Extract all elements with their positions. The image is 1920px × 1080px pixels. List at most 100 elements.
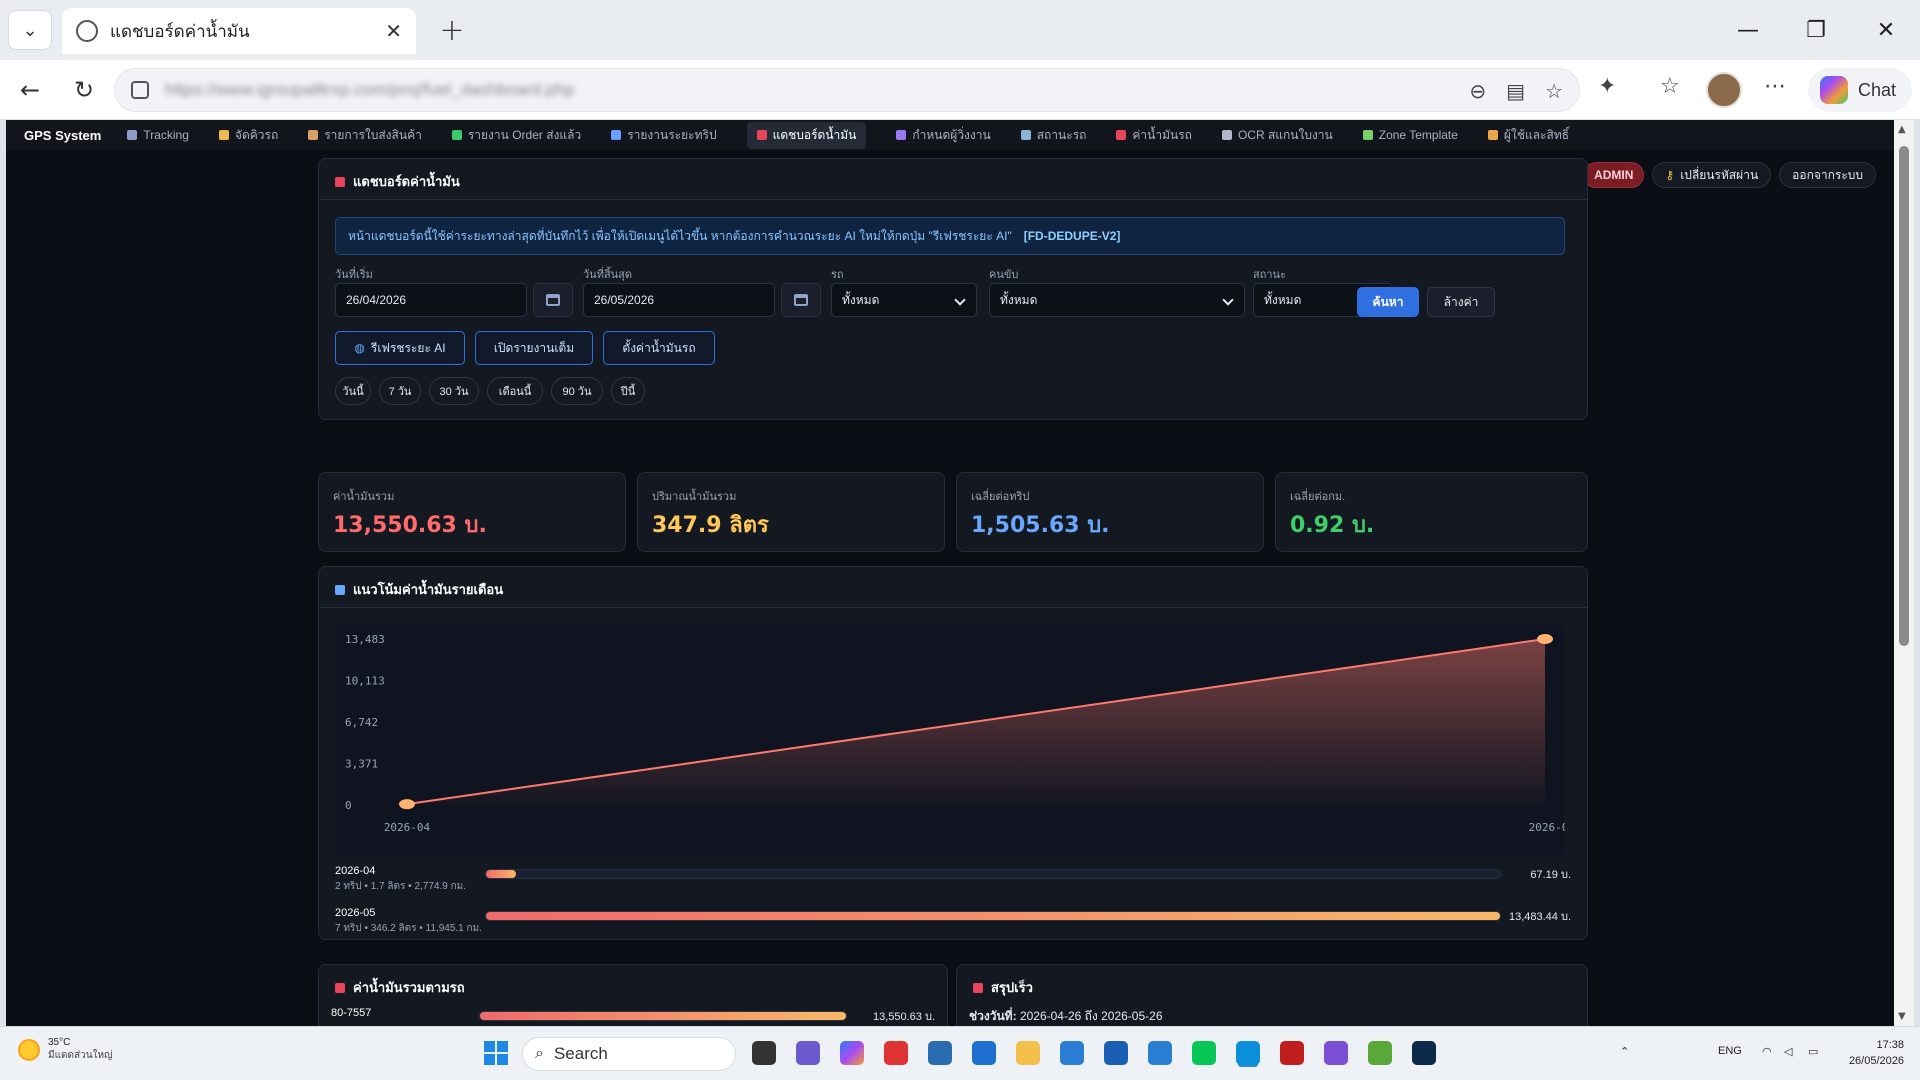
nav-item-ocr[interactable]: OCR สแกนใบงาน — [1221, 126, 1333, 145]
y-tick-label: 6,742 — [345, 716, 378, 729]
browser-tab-title: แดชบอร์ดค่าน้ำมัน — [110, 21, 250, 41]
stat-card-total-liters: ปริมาณน้ำมันรวม 347.9 ลิตร — [637, 472, 945, 552]
copilot-chat-button[interactable]: Chat — [1808, 68, 1912, 112]
nav-item-queue[interactable]: จัดคิวรถ — [218, 126, 279, 145]
driver-select[interactable]: ทั้งหมด — [989, 283, 1245, 317]
notes-app-icon[interactable] — [1104, 1041, 1128, 1065]
outlook-icon[interactable] — [972, 1041, 996, 1065]
browser-tab-active[interactable]: แดชบอร์ดค่าน้ำมัน ✕ — [62, 8, 416, 54]
bus-icon — [1020, 130, 1031, 140]
system-clock[interactable]: 17:38 26/05/2026 — [1849, 1037, 1904, 1069]
battery-icon[interactable]: ▭ — [1808, 1045, 1818, 1058]
end-date-input[interactable]: 26/05/2026 — [583, 283, 775, 317]
summary-panel: สรุปเร็ว ช่วงวันที่: 2026-04-26 ถึง 2026… — [956, 964, 1588, 1026]
wifi-icon[interactable]: ◠ — [1762, 1045, 1772, 1058]
taskbar-search[interactable]: ⌕ Search — [522, 1037, 736, 1071]
divider — [319, 607, 1587, 608]
start-calendar-button[interactable] — [533, 283, 573, 317]
search-button[interactable]: ค้นหา — [1357, 287, 1419, 317]
filezilla-icon[interactable] — [1280, 1041, 1304, 1065]
range-this-month[interactable]: เดือนนี้ — [487, 377, 543, 405]
close-tab-icon[interactable]: ✕ — [385, 19, 402, 43]
minimize-button[interactable]: — — [1718, 10, 1778, 50]
tray-chevron-icon[interactable]: ⌃ — [1620, 1045, 1629, 1058]
vehicle-select[interactable]: ทั้งหมด — [831, 283, 977, 317]
status-label: สถานะ — [1253, 269, 1286, 281]
reload-button[interactable]: ↻ — [66, 72, 102, 108]
month-bar-fill — [486, 870, 517, 878]
app-icon[interactable] — [1368, 1041, 1392, 1065]
scrollbar-thumb[interactable] — [1899, 146, 1909, 646]
panel-title-text: แนวโน้มค่าน้ำมันรายเดือน — [353, 582, 504, 597]
vehicle-select-value: ทั้งหมด — [842, 292, 880, 307]
gift-app-icon[interactable] — [884, 1041, 908, 1065]
nav-item-delivery-list[interactable]: รายการใบส่งสินค้า — [308, 126, 422, 145]
close-window-button[interactable]: ✕ — [1856, 10, 1916, 50]
teams-icon[interactable] — [796, 1041, 820, 1065]
open-full-report-button[interactable]: เปิดรายงานเต็ม — [475, 331, 593, 365]
nav-item-assign-driver[interactable]: กำหนดผู้วิ่งงาน — [896, 126, 991, 145]
address-bar[interactable]: https://www.igroupalltrxp.com/proj/fuel_… — [114, 68, 1580, 112]
remote-app-2-icon[interactable] — [1148, 1041, 1172, 1065]
task-view-icon[interactable] — [752, 1041, 776, 1065]
volume-icon[interactable]: ◁ — [1784, 1045, 1792, 1058]
panel-title-text: ค่าน้ำมันรวมตามรถ — [353, 980, 465, 995]
start-date-input[interactable]: 26/04/2026 — [335, 283, 527, 317]
reader-mode-icon[interactable]: ▤ — [1506, 79, 1525, 103]
range-today[interactable]: วันนี้ — [335, 377, 371, 405]
end-calendar-button[interactable] — [781, 283, 821, 317]
app-brand[interactable]: GPS System — [24, 128, 101, 143]
favorite-star-icon[interactable]: ☆ — [1545, 79, 1563, 103]
tab-list-dropdown[interactable]: ⌄ — [8, 10, 52, 50]
copilot-app-icon[interactable] — [840, 1041, 864, 1065]
remote-app-icon[interactable] — [1060, 1041, 1084, 1065]
windows-start-icon[interactable] — [484, 1041, 508, 1065]
scroll-down-icon[interactable]: ▼ — [1898, 1011, 1906, 1022]
vehicle-bar-fill — [480, 1012, 846, 1020]
zoom-out-icon[interactable]: ⊖ — [1469, 79, 1486, 103]
month-bar-fill — [486, 912, 1500, 920]
data-point[interactable] — [1537, 633, 1553, 644]
panel-title-text: สรุปเร็ว — [991, 980, 1033, 995]
clear-button[interactable]: ล้างค่า — [1427, 287, 1495, 317]
language-indicator[interactable]: ENG — [1718, 1045, 1742, 1057]
vehicle-bar-track — [479, 1011, 847, 1021]
store-icon[interactable] — [928, 1041, 952, 1065]
scroll-up-icon[interactable]: ▲ — [1898, 124, 1906, 135]
photoshop-icon[interactable] — [1412, 1041, 1436, 1065]
range-90-days[interactable]: 90 วัน — [551, 377, 603, 405]
nav-item-tracking[interactable]: Tracking — [127, 128, 189, 142]
restore-button[interactable]: ❐ — [1786, 10, 1846, 50]
set-vehicle-fuel-button[interactable]: ตั้งค่าน้ำมันรถ — [603, 331, 715, 365]
refresh-ai-button[interactable]: ◍ รีเฟรชระยะ AI — [335, 331, 465, 365]
range-this-year[interactable]: ปีนี้ — [611, 377, 645, 405]
range-30-days[interactable]: 30 วัน — [429, 377, 479, 405]
more-menu-icon[interactable]: ⋯ — [1764, 74, 1786, 99]
nav-label: จัดคิวรถ — [234, 127, 279, 142]
nav-item-fuel-dashboard[interactable]: แดชบอร์ดน้ำมัน — [746, 121, 867, 149]
change-password-button[interactable]: ⚷ เปลี่ยนรหัสผ่าน — [1652, 162, 1772, 188]
nav-item-vehicle-status[interactable]: สถานะรถ — [1020, 126, 1086, 145]
line-app-icon[interactable] — [1192, 1041, 1216, 1065]
role-badge: ADMIN — [1583, 162, 1645, 188]
edge-icon[interactable] — [1236, 1041, 1260, 1065]
file-explorer-icon[interactable] — [1016, 1041, 1040, 1065]
weather-widget[interactable]: 35°C มีแดดส่วนใหญ่ — [18, 1037, 113, 1063]
favorites-icon[interactable]: ☆ — [1660, 74, 1680, 99]
profile-avatar[interactable] — [1706, 72, 1742, 108]
page-scrollbar[interactable]: ▲ ▼ — [1894, 120, 1914, 1026]
nav-item-users[interactable]: ผู้ใช้และสิทธิ์ — [1487, 126, 1569, 145]
nav-item-zone-template[interactable]: Zone Template — [1362, 128, 1458, 142]
extensions-icon[interactable]: ✦ — [1598, 74, 1616, 99]
range-7-days[interactable]: 7 วัน — [379, 377, 421, 405]
stat-value: 0.92 บ. — [1290, 513, 1375, 538]
data-point[interactable] — [399, 799, 415, 810]
visual-studio-icon[interactable] — [1324, 1041, 1348, 1065]
logout-button[interactable]: ออกจากระบบ — [1779, 162, 1876, 188]
divider — [319, 199, 1587, 200]
nav-item-trip-report[interactable]: รายงานระยะทริป — [611, 126, 717, 145]
nav-item-order-report[interactable]: รายงาน Order ส่งแล้ว — [451, 126, 581, 145]
back-button[interactable]: ← — [12, 72, 48, 108]
nav-item-vehicle-fuel[interactable]: ค่าน้ำมันรถ — [1116, 126, 1192, 145]
new-tab-button[interactable]: + — [434, 12, 470, 48]
